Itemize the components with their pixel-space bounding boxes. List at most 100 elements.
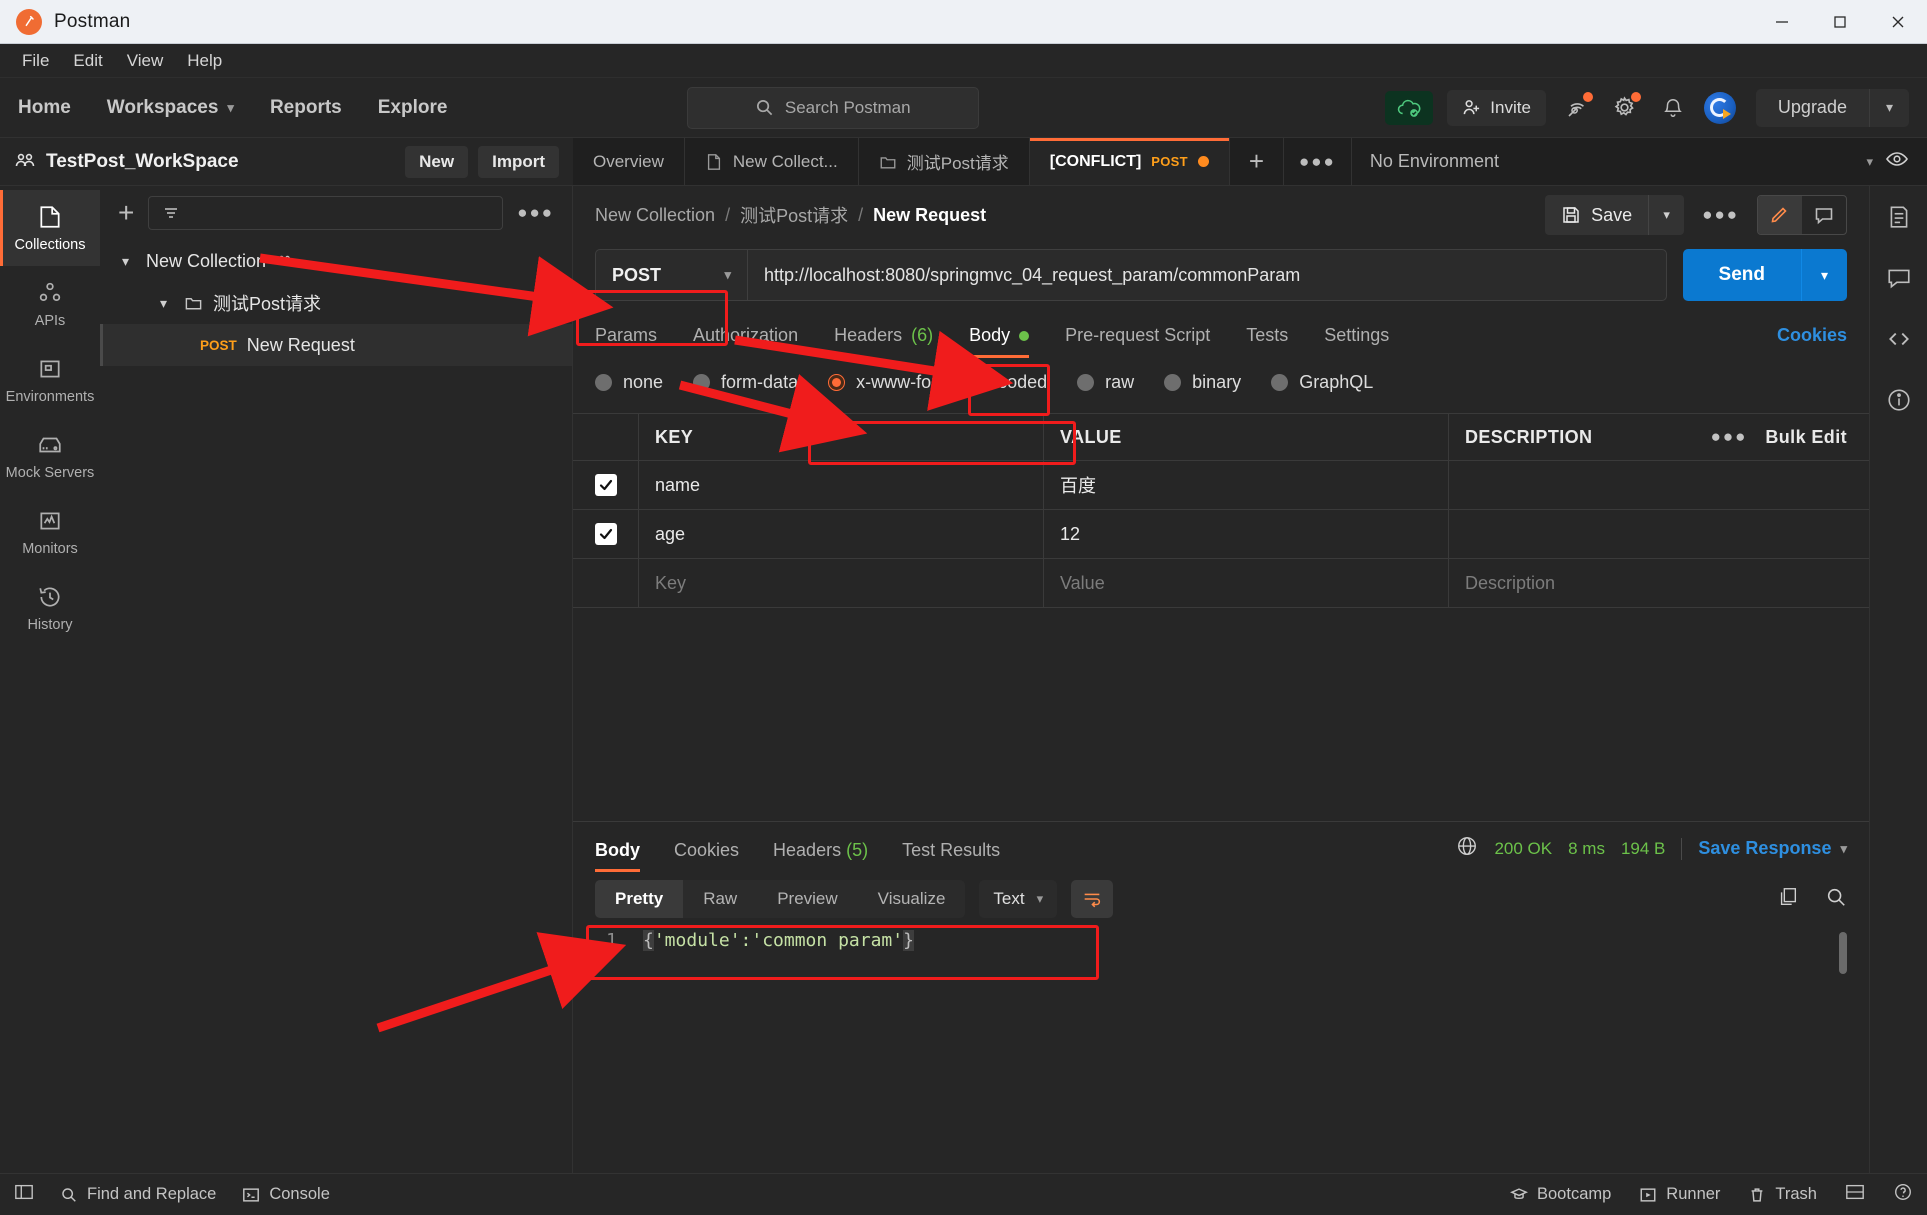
row-checkbox-cell[interactable] [573, 461, 639, 509]
upgrade-chevron-down-icon[interactable]: ▾ [1868, 88, 1909, 127]
save-response-button[interactable]: Save Response ▾ [1698, 838, 1847, 859]
notifications-bell-button[interactable] [1656, 91, 1690, 125]
documentation-icon[interactable] [1886, 204, 1912, 235]
table-row[interactable]: name 百度 [573, 461, 1869, 510]
row-description[interactable] [1449, 510, 1869, 558]
row-key-placeholder[interactable]: Key [639, 559, 1044, 607]
sidebar-item-history[interactable]: History [0, 570, 100, 646]
view-mode-raw[interactable]: Raw [683, 880, 757, 918]
comments-icon[interactable] [1802, 196, 1846, 234]
sidebar-filter-input[interactable] [148, 196, 504, 230]
tab-settings[interactable]: Settings [1324, 325, 1389, 358]
layout-toggle-icon[interactable] [1845, 1182, 1865, 1207]
tab-options-button[interactable]: ●●● [1284, 138, 1352, 185]
row-description-placeholder[interactable]: Description [1449, 559, 1869, 607]
new-tab-button[interactable]: + [1230, 138, 1284, 185]
tab-new-collection[interactable]: New Collect... [685, 138, 859, 185]
row-description[interactable] [1449, 461, 1869, 509]
upgrade-button[interactable]: Upgrade [1756, 89, 1869, 127]
send-options-chevron-icon[interactable]: ▾ [1801, 249, 1847, 301]
table-options-button[interactable]: ●●● [1711, 427, 1766, 447]
sidebar-item-monitors[interactable]: Monitors [0, 494, 100, 570]
row-value-placeholder[interactable]: Value [1044, 559, 1449, 607]
notifications-satellite-button[interactable] [1560, 91, 1594, 125]
environment-selector[interactable]: No Environment ▾ [1352, 138, 1927, 185]
url-input[interactable]: http://localhost:8080/springmvc_04_reque… [747, 249, 1667, 301]
tab-test-post-folder[interactable]: 测试Post请求 [859, 138, 1030, 185]
response-format-select[interactable]: Text ▾ [979, 880, 1058, 918]
body-type-graphql[interactable]: GraphQL [1271, 372, 1373, 393]
tree-item-new-request[interactable]: POST New Request [100, 324, 572, 366]
table-row-empty[interactable]: Key Value Description [573, 559, 1869, 608]
trash-button[interactable]: Trash [1748, 1185, 1817, 1204]
chevron-down-icon[interactable]: ▾ [122, 253, 136, 270]
sync-status-button[interactable] [1385, 90, 1434, 125]
runner-button[interactable]: Runner [1639, 1185, 1720, 1204]
sidebar-item-environments[interactable]: Environments [0, 342, 100, 418]
code-snippet-icon[interactable] [1886, 326, 1912, 357]
response-tab-headers[interactable]: Headers (5) [773, 840, 868, 872]
create-new-button[interactable]: + [118, 199, 134, 227]
user-avatar[interactable] [1703, 91, 1736, 124]
minimize-button[interactable] [1753, 0, 1811, 44]
checkbox-checked-icon[interactable] [594, 474, 617, 496]
body-type-urlencoded[interactable]: x-www-form-urlencoded [828, 372, 1047, 393]
tab-headers[interactable]: Headers (6) [834, 325, 933, 358]
network-globe-icon[interactable] [1456, 835, 1478, 862]
breadcrumb-collection[interactable]: New Collection [595, 205, 715, 226]
row-value[interactable]: 12 [1044, 510, 1449, 558]
body-type-form-data[interactable]: form-data [693, 372, 798, 393]
search-response-icon[interactable] [1825, 886, 1847, 913]
sidebar-item-mock-servers[interactable]: Mock Servers [0, 418, 100, 494]
close-button[interactable] [1869, 0, 1927, 44]
tab-overview[interactable]: Overview [573, 138, 685, 185]
invite-button[interactable]: Invite [1447, 89, 1546, 126]
nav-explore[interactable]: Explore [378, 97, 448, 119]
tab-conflict-request[interactable]: [CONFLICT] POST [1029, 138, 1230, 185]
save-options-chevron-icon[interactable]: ▾ [1648, 195, 1685, 235]
chevron-down-icon[interactable]: ▾ [160, 295, 174, 312]
view-mode-visualize[interactable]: Visualize [858, 880, 966, 918]
find-and-replace-button[interactable]: Find and Replace [60, 1185, 216, 1204]
copy-to-clipboard-icon[interactable] [1777, 886, 1799, 913]
checkbox-checked-icon[interactable] [594, 523, 617, 545]
edit-mode-pencil-icon[interactable] [1758, 196, 1802, 234]
sidebar-item-collections[interactable]: Collections [0, 190, 100, 266]
bulk-edit-button[interactable]: Bulk Edit [1765, 427, 1853, 448]
cookies-link[interactable]: Cookies [1777, 325, 1847, 358]
row-key[interactable]: name [639, 461, 1044, 509]
request-more-options-button[interactable]: ●●● [1702, 205, 1739, 225]
bootcamp-button[interactable]: Bootcamp [1510, 1185, 1611, 1204]
maximize-button[interactable] [1811, 0, 1869, 44]
row-value[interactable]: 百度 [1044, 461, 1449, 509]
view-mode-pretty[interactable]: Pretty [595, 880, 684, 918]
tab-pre-request-script[interactable]: Pre-request Script [1065, 325, 1210, 358]
body-type-binary[interactable]: binary [1164, 372, 1241, 393]
settings-button[interactable] [1608, 91, 1642, 125]
wrap-lines-button[interactable] [1071, 880, 1114, 918]
row-checkbox-cell[interactable] [573, 559, 639, 607]
import-button[interactable]: Import [478, 145, 559, 178]
table-row[interactable]: age 12 [573, 510, 1869, 559]
row-key[interactable]: age [639, 510, 1044, 558]
response-tab-body[interactable]: Body [595, 840, 640, 872]
breadcrumb-folder[interactable]: 测试Post请求 [740, 202, 848, 228]
menu-item-file[interactable]: File [10, 48, 61, 74]
help-icon[interactable] [1893, 1182, 1913, 1207]
body-type-none[interactable]: none [595, 372, 663, 393]
comments-icon[interactable] [1886, 265, 1912, 296]
nav-home[interactable]: Home [18, 97, 71, 119]
new-button[interactable]: New [405, 145, 469, 178]
search-input[interactable]: Search Postman [686, 86, 979, 129]
sidebar-toggle-icon[interactable] [14, 1182, 34, 1207]
tab-body[interactable]: Body [969, 325, 1030, 358]
tree-item-test-post-folder[interactable]: ▾ 测试Post请求 [100, 282, 572, 324]
body-type-raw[interactable]: raw [1077, 372, 1134, 393]
http-method-select[interactable]: POST ▾ [595, 249, 747, 301]
view-mode-preview[interactable]: Preview [757, 880, 857, 918]
tab-params[interactable]: Params [595, 325, 657, 358]
sidebar-more-options-button[interactable]: ●●● [517, 203, 554, 223]
console-button[interactable]: Console [242, 1185, 330, 1204]
nav-reports[interactable]: Reports [270, 97, 342, 119]
nav-workspaces[interactable]: Workspaces ▾ [107, 97, 234, 119]
